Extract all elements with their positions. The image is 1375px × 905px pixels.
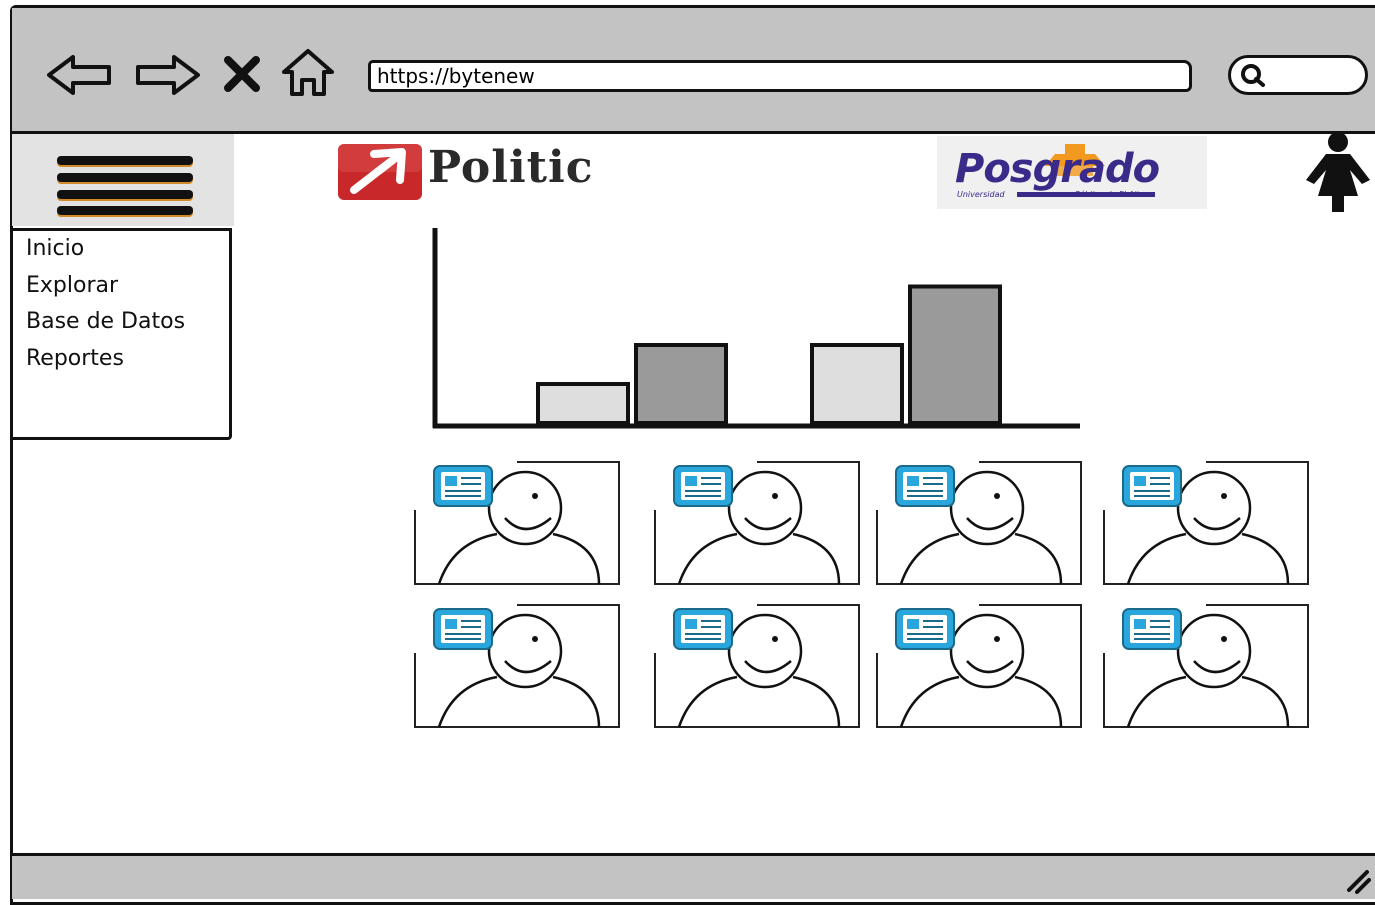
profile-card-icon[interactable] [431, 605, 495, 653]
app-name: Politic [428, 142, 594, 193]
posgrado-logo[interactable]: Posgrado Universidad Pública de El Alto [937, 136, 1207, 209]
url-input[interactable]: https://bytenew [368, 60, 1192, 92]
search-input[interactable] [1228, 55, 1368, 95]
profile-card[interactable] [653, 460, 863, 588]
profile-card[interactable] [1102, 460, 1312, 588]
home-icon[interactable] [280, 48, 336, 98]
politic-logo-icon[interactable] [338, 142, 424, 202]
posgrado-subtitle-right: Pública de El Alto [1075, 190, 1145, 199]
sidebar-item-reportes[interactable]: Reportes [13, 341, 229, 378]
profile-card-icon[interactable] [1120, 605, 1184, 653]
profile-card-icon[interactable] [893, 605, 957, 653]
profile-card-icon[interactable] [893, 462, 957, 510]
profile-card[interactable] [413, 603, 623, 731]
profile-card-icon[interactable] [671, 605, 735, 653]
profile-card-icon[interactable] [671, 462, 735, 510]
chart-bar [810, 343, 904, 425]
sidebar-item-explorar[interactable]: Explorar [13, 268, 229, 305]
profile-card[interactable] [413, 460, 623, 588]
resize-handle-icon[interactable] [1341, 864, 1371, 894]
sidebar-item-inicio[interactable]: Inicio [13, 231, 229, 268]
browser-status-bar [12, 853, 1375, 899]
forward-arrow-icon[interactable] [132, 52, 202, 98]
user-icon[interactable] [1296, 130, 1375, 216]
back-arrow-icon[interactable] [45, 52, 115, 98]
profile-card[interactable] [1102, 603, 1312, 731]
bar-chart [432, 228, 1080, 429]
profile-card[interactable] [875, 460, 1085, 588]
profile-card[interactable] [653, 603, 863, 731]
chart-bar [908, 284, 1002, 425]
posgrado-title: Posgrado [955, 146, 1160, 192]
hamburger-menu-button[interactable] [12, 134, 234, 226]
hamburger-menu-icon [57, 156, 193, 165]
search-icon [1241, 64, 1265, 87]
sidebar-item-base-de-datos[interactable]: Base de Datos [13, 304, 229, 341]
posgrado-subtitle-left: Universidad [957, 190, 1005, 199]
chart-bar [634, 343, 728, 425]
profile-card-icon[interactable] [431, 462, 495, 510]
browser-toolbar: https://bytenew [12, 8, 1375, 134]
profile-card[interactable] [875, 603, 1085, 731]
sidebar-menu: Inicio Explorar Base de Datos Reportes [10, 228, 232, 440]
close-icon[interactable] [222, 54, 262, 94]
chart-bar [536, 382, 630, 425]
profile-card-icon[interactable] [1120, 462, 1184, 510]
